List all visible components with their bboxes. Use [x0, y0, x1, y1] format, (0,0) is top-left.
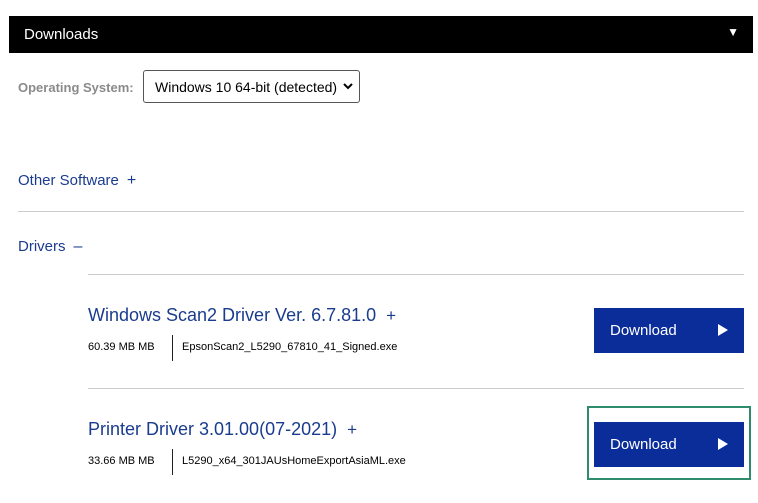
- download-button-label: Download: [610, 322, 677, 339]
- driver-title-scan2[interactable]: Windows Scan2 Driver Ver. 6.7.81.0 +: [88, 305, 396, 326]
- os-label: Operating System:: [18, 80, 134, 95]
- section-other-software-label: Other Software: [18, 172, 119, 189]
- plus-icon: +: [347, 420, 358, 439]
- play-arrow-icon: [718, 324, 728, 336]
- header-title: Downloads: [24, 26, 99, 43]
- downloads-header[interactable]: Downloads ▼: [9, 16, 753, 53]
- plus-icon: +: [126, 172, 137, 189]
- plus-icon: +: [386, 306, 397, 325]
- driver-title-label: Printer Driver 3.01.00(07-2021): [88, 419, 338, 439]
- triangle-down-icon[interactable]: ▼: [727, 25, 739, 39]
- os-select-value: Windows 10 64-bit (detected): [155, 79, 338, 95]
- download-button-scan2[interactable]: Download: [594, 308, 744, 353]
- download-button-printer[interactable]: Download: [594, 422, 744, 467]
- download-button-label: Download: [610, 436, 677, 453]
- divider: [88, 388, 744, 389]
- downloads-page: Downloads ▼ Operating System: Windows 10…: [0, 0, 758, 503]
- meta-separator: [172, 449, 173, 475]
- section-drivers[interactable]: Drivers –: [18, 238, 82, 256]
- play-arrow-icon: [718, 438, 728, 450]
- divider: [88, 274, 744, 275]
- section-other-software[interactable]: Other Software +: [18, 172, 136, 190]
- divider: [18, 211, 744, 212]
- driver-title-label: Windows Scan2 Driver Ver. 6.7.81.0: [88, 305, 377, 325]
- file-size: 60.39 MB MB: [88, 341, 155, 353]
- os-select[interactable]: Windows 10 64-bit (detected): [143, 70, 360, 103]
- meta-separator: [172, 335, 173, 361]
- minus-icon: –: [73, 238, 83, 255]
- section-drivers-label: Drivers: [18, 238, 66, 255]
- chevron-down-icon: [343, 83, 353, 90]
- file-size: 33.66 MB MB: [88, 455, 155, 467]
- file-name: EpsonScan2_L5290_67810_41_Signed.exe: [182, 341, 398, 353]
- file-name: L5290_x64_301JAUsHomeExportAsiaML.exe: [182, 455, 406, 467]
- driver-title-printer[interactable]: Printer Driver 3.01.00(07-2021) +: [88, 419, 357, 440]
